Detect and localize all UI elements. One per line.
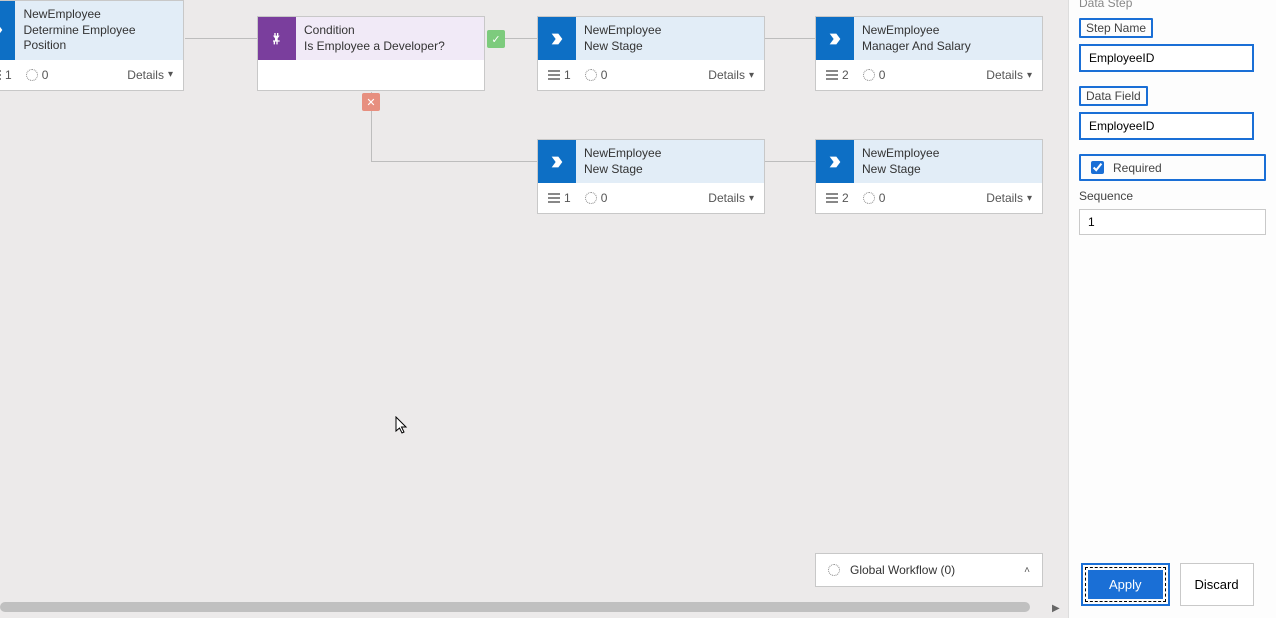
stage-node-new-stage-2[interactable]: NewEmployee New Stage 1 0 Details ▾ bbox=[537, 139, 765, 214]
loops-count: 0 bbox=[585, 191, 608, 205]
global-workflow-label: Global Workflow (0) bbox=[850, 563, 955, 577]
chevron-down-icon: ▾ bbox=[749, 70, 754, 81]
workflow-canvas[interactable]: NewEmployee Determine Employee Position … bbox=[0, 0, 1068, 618]
chevron-down-icon: ▾ bbox=[1027, 193, 1032, 204]
steps-count: 1 bbox=[548, 68, 571, 82]
node-entity: NewEmployee bbox=[23, 7, 175, 23]
stage-node-manager-salary[interactable]: NewEmployee Manager And Salary 2 0 Detai… bbox=[815, 16, 1043, 91]
stage-node-new-stage-3[interactable]: NewEmployee New Stage 2 0 Details ▾ bbox=[815, 139, 1043, 214]
condition-node[interactable]: Condition Is Employee a Developer? bbox=[257, 16, 485, 91]
steps-count: 2 bbox=[826, 191, 849, 205]
node-name: New Stage bbox=[862, 162, 939, 178]
node-entity: NewEmployee bbox=[862, 23, 971, 39]
details-toggle[interactable]: Details ▾ bbox=[708, 68, 754, 82]
apply-button[interactable]: Apply bbox=[1088, 570, 1163, 599]
list-icon bbox=[548, 193, 560, 203]
node-name: New Stage bbox=[584, 39, 661, 55]
chevron-down-icon: ▾ bbox=[749, 193, 754, 204]
loops-count: 0 bbox=[863, 68, 886, 82]
chevron-down-icon: ▾ bbox=[1027, 70, 1032, 81]
details-toggle[interactable]: Details ▾ bbox=[986, 191, 1032, 205]
dotted-circle-icon bbox=[585, 69, 597, 81]
stage-icon bbox=[816, 140, 854, 183]
loops-count: 0 bbox=[26, 68, 49, 82]
connector bbox=[765, 161, 815, 162]
stage-icon bbox=[538, 17, 576, 60]
steps-count: 1 bbox=[0, 68, 12, 82]
condition-yes-badge: ✓ bbox=[487, 30, 505, 48]
connector bbox=[765, 38, 815, 39]
condition-icon bbox=[258, 17, 296, 60]
node-name: Is Employee a Developer? bbox=[304, 39, 445, 55]
node-entity: NewEmployee bbox=[862, 146, 939, 162]
horizontal-scrollbar[interactable] bbox=[0, 602, 1030, 612]
connector bbox=[371, 161, 537, 162]
step-name-input[interactable] bbox=[1079, 44, 1254, 72]
list-icon bbox=[548, 70, 560, 80]
data-field-input[interactable] bbox=[1079, 112, 1254, 140]
scroll-right-arrow[interactable]: ▶ bbox=[1052, 603, 1060, 614]
chevron-up-icon: ˄ bbox=[1024, 565, 1030, 576]
global-workflow-toggle[interactable]: Global Workflow (0) ˄ bbox=[815, 553, 1043, 587]
step-name-label: Step Name bbox=[1079, 18, 1153, 38]
chevron-down-icon: ▾ bbox=[168, 69, 173, 80]
loops-count: 0 bbox=[863, 191, 886, 205]
properties-panel: Data Step Step Name Data Field Required … bbox=[1068, 0, 1276, 618]
node-name: Manager And Salary bbox=[862, 39, 971, 55]
condition-no-badge: ✕ bbox=[362, 93, 380, 111]
node-entity: NewEmployee bbox=[584, 23, 661, 39]
list-icon bbox=[826, 70, 838, 80]
details-toggle[interactable]: Details ▾ bbox=[127, 68, 173, 82]
panel-header: Data Step bbox=[1079, 0, 1266, 10]
node-entity: Condition bbox=[304, 23, 445, 39]
stage-icon bbox=[816, 17, 854, 60]
node-entity: NewEmployee bbox=[584, 146, 661, 162]
sequence-input[interactable] bbox=[1079, 209, 1266, 235]
dotted-circle-icon bbox=[863, 69, 875, 81]
steps-count: 2 bbox=[826, 68, 849, 82]
details-toggle[interactable]: Details ▾ bbox=[986, 68, 1032, 82]
dotted-circle-icon bbox=[828, 564, 840, 576]
stage-icon bbox=[0, 1, 15, 60]
dotted-circle-icon bbox=[863, 192, 875, 204]
stage-node-determine-position[interactable]: NewEmployee Determine Employee Position … bbox=[0, 0, 184, 91]
steps-count: 1 bbox=[548, 191, 571, 205]
node-name: Determine Employee Position bbox=[23, 23, 175, 54]
dotted-circle-icon bbox=[26, 69, 38, 81]
required-label: Required bbox=[1113, 161, 1162, 175]
connector bbox=[185, 38, 257, 39]
loops-count: 0 bbox=[585, 68, 608, 82]
list-icon bbox=[826, 193, 838, 203]
discard-button[interactable]: Discard bbox=[1180, 563, 1254, 606]
data-field-label: Data Field bbox=[1079, 86, 1148, 106]
sequence-label: Sequence bbox=[1079, 189, 1266, 203]
cursor-icon bbox=[395, 416, 409, 437]
dotted-circle-icon bbox=[585, 192, 597, 204]
required-checkbox[interactable] bbox=[1091, 161, 1104, 174]
details-toggle[interactable]: Details ▾ bbox=[708, 191, 754, 205]
node-name: New Stage bbox=[584, 162, 661, 178]
stage-icon bbox=[538, 140, 576, 183]
stage-node-new-stage-1[interactable]: NewEmployee New Stage 1 0 Details ▾ bbox=[537, 16, 765, 91]
list-icon bbox=[0, 70, 1, 80]
